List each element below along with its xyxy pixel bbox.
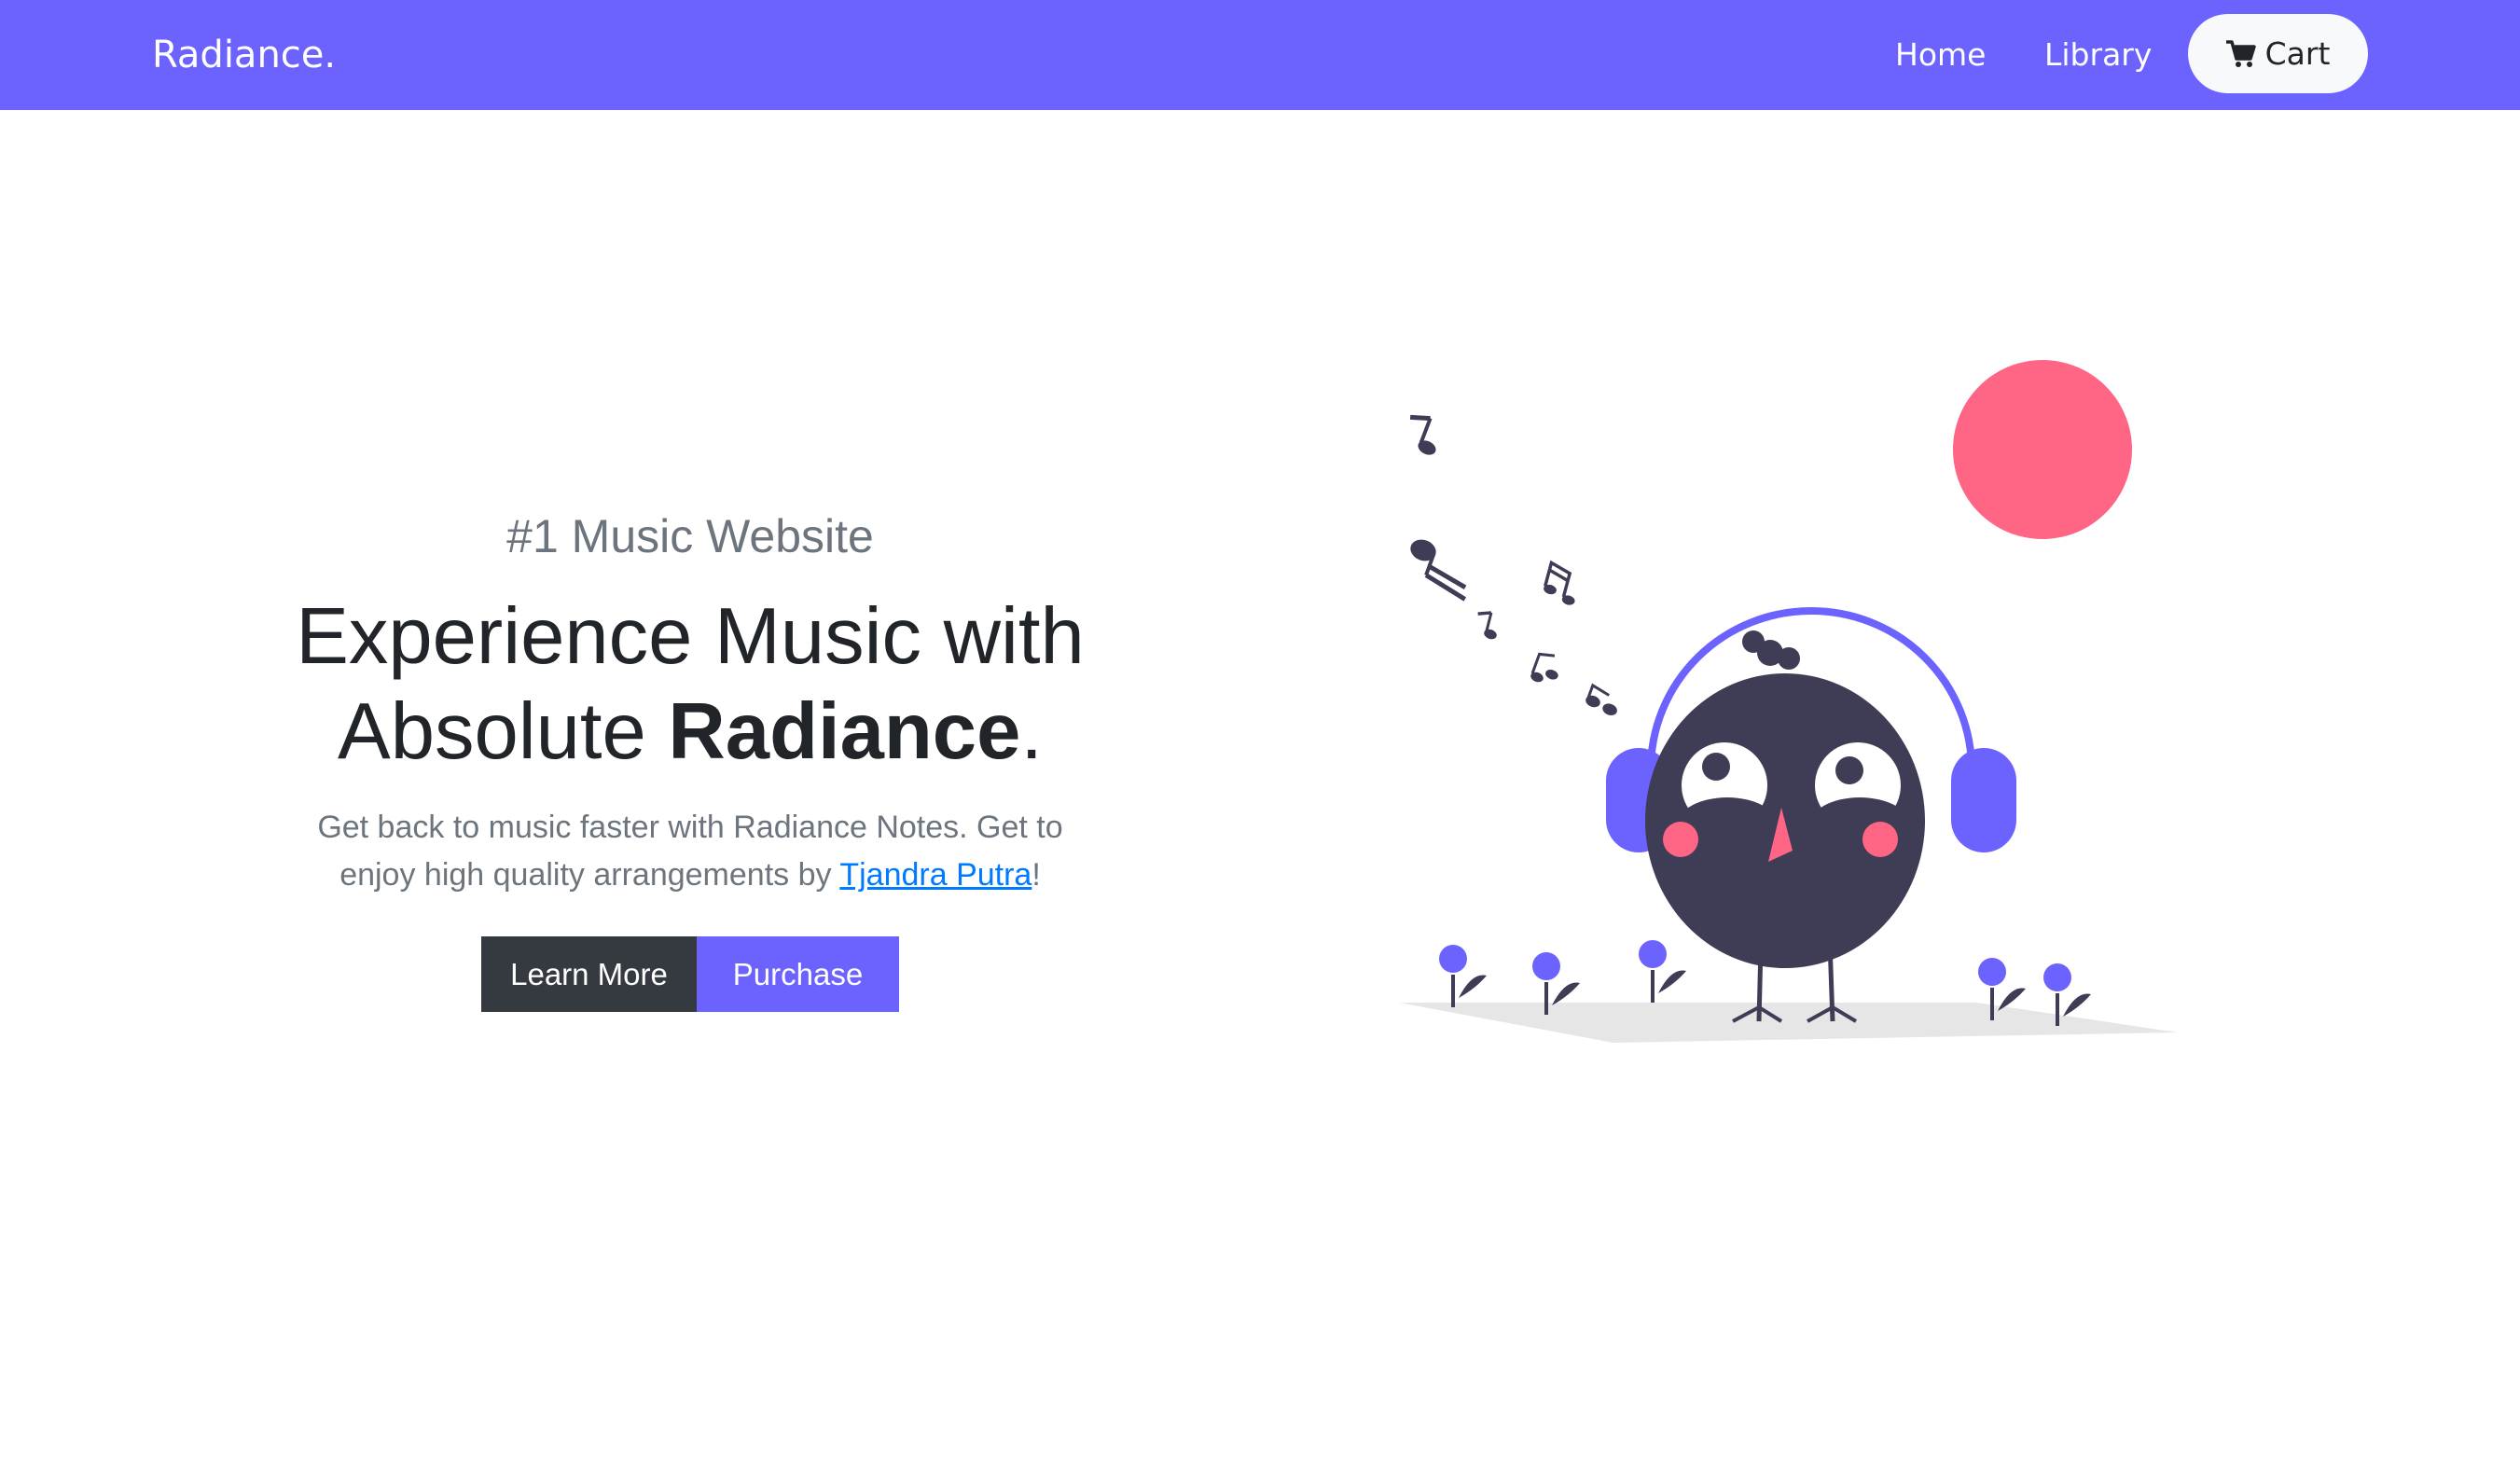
nav-link-home[interactable]: Home (1895, 32, 1986, 78)
sun-circle (1953, 360, 2132, 539)
hero-headline: Experience Music with Absolute Radiance. (224, 589, 1156, 780)
lead-exclamation: ! (1032, 857, 1041, 893)
shopping-cart-icon (2225, 39, 2256, 68)
hero-button-group: Learn More Purchase (481, 936, 899, 1012)
headline-line-2-suffix: . (1020, 687, 1043, 776)
cart-label: Cart (2264, 35, 2331, 72)
bird-character (1645, 630, 1925, 1023)
hero-tagline: #1 Music Website (506, 510, 874, 562)
music-notes (1409, 414, 1617, 715)
hero-section: #1 Music Website Experience Music with A… (224, 504, 1156, 1012)
nav-link-library[interactable]: Library (2044, 32, 2152, 78)
ground-shadow (1399, 1003, 2178, 1043)
navbar: Radiance. Home Library Cart (0, 0, 2520, 110)
music-bird-illustration (1399, 360, 2178, 1043)
headline-brand-word: Radiance (668, 687, 1021, 776)
brand-logo[interactable]: Radiance. (152, 28, 336, 82)
learn-more-button[interactable]: Learn More (481, 936, 697, 1012)
hero-lead: Get back to music faster with Radiance N… (317, 804, 1063, 899)
purchase-button[interactable]: Purchase (697, 936, 899, 1012)
headline-line-2-prefix: Absolute (338, 687, 669, 776)
cart-button[interactable]: Cart (2188, 14, 2368, 93)
headline-line-1: Experience Music with (296, 592, 1085, 681)
author-link[interactable]: Tjandra Putra (839, 857, 1032, 893)
